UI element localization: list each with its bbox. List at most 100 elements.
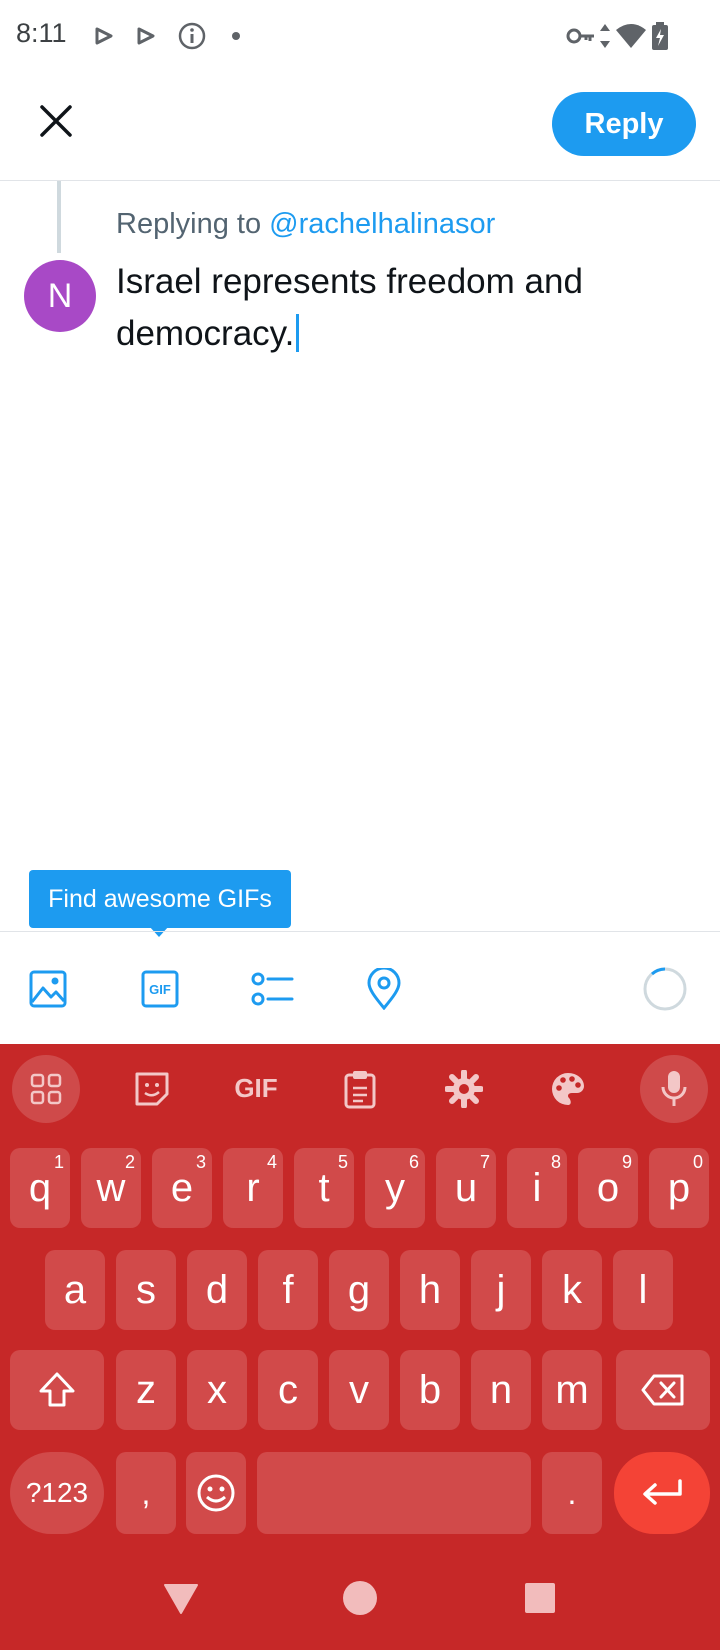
keyboard-settings-button[interactable] <box>442 1068 486 1110</box>
key-label: j <box>496 1267 506 1312</box>
compose-text: Israel represents freedom and democracy. <box>116 262 583 353</box>
key-d[interactable]: d <box>187 1250 247 1330</box>
gif-button[interactable]: GIF <box>136 965 184 1013</box>
keyboard-clipboard-button[interactable] <box>338 1068 382 1110</box>
key-f[interactable]: f <box>258 1250 318 1330</box>
key-hint: 5 <box>337 1152 348 1172</box>
key-n[interactable]: n <box>471 1350 531 1430</box>
status-time: 8:11 <box>16 18 67 48</box>
key-label: r <box>246 1165 260 1210</box>
location-pin-icon <box>367 968 401 1010</box>
key-label: z <box>136 1367 156 1412</box>
nav-home-icon[interactable] <box>342 1580 378 1616</box>
keyboard-sticker-button[interactable] <box>128 1068 176 1110</box>
key-p[interactable]: p0 <box>649 1148 709 1228</box>
key-label: e <box>170 1165 194 1210</box>
keyboard-voice-button[interactable] <box>640 1055 708 1123</box>
key-label: f <box>282 1267 294 1312</box>
key-u[interactable]: u7 <box>436 1148 496 1228</box>
emoji-key[interactable] <box>186 1452 246 1534</box>
keyboard-apps-button[interactable] <box>12 1055 80 1123</box>
media-button[interactable] <box>24 965 72 1013</box>
close-icon <box>40 105 72 137</box>
nav-back-icon[interactable] <box>162 1582 200 1616</box>
emoji-smile-icon <box>197 1474 235 1512</box>
key-hint: 3 <box>195 1152 206 1172</box>
clipboard-icon <box>344 1071 376 1109</box>
key-label: q <box>28 1165 52 1210</box>
key-j[interactable]: j <box>471 1250 531 1330</box>
key-hint: 4 <box>266 1152 277 1172</box>
key-hint: 6 <box>408 1152 419 1172</box>
close-button[interactable] <box>30 95 82 147</box>
gif-icon-label: GIF <box>149 981 171 997</box>
period-key[interactable]: . <box>542 1452 602 1534</box>
poll-button[interactable] <box>248 965 296 1013</box>
shift-key[interactable] <box>10 1350 104 1430</box>
keyboard-theme-button[interactable] <box>546 1068 590 1110</box>
notification-dot-icon <box>232 32 240 40</box>
key-label: x <box>207 1367 227 1412</box>
key-label: s <box>136 1267 156 1312</box>
key-x[interactable]: x <box>187 1350 247 1430</box>
header-divider <box>0 180 720 181</box>
key-z[interactable]: z <box>116 1350 176 1430</box>
key-k[interactable]: k <box>542 1250 602 1330</box>
key-hint: 1 <box>53 1152 64 1172</box>
avatar[interactable]: N <box>24 260 96 332</box>
gear-icon <box>445 1070 483 1108</box>
backspace-key[interactable] <box>616 1350 710 1430</box>
key-i[interactable]: i8 <box>507 1148 567 1228</box>
key-a[interactable]: a <box>45 1250 105 1330</box>
key-o[interactable]: o9 <box>578 1148 638 1228</box>
enter-arrow-icon <box>643 1479 682 1505</box>
key-label: c <box>278 1367 298 1412</box>
nav-recents-icon[interactable] <box>524 1582 556 1614</box>
key-v[interactable]: v <box>329 1350 389 1430</box>
key-label: g <box>347 1267 371 1312</box>
symbols-key[interactable]: ?123 <box>10 1452 104 1534</box>
apps-grid-icon <box>30 1073 62 1105</box>
key-c[interactable]: c <box>258 1350 318 1430</box>
key-label: k <box>562 1267 582 1312</box>
battery-icon <box>652 22 668 50</box>
microphone-icon <box>661 1071 687 1106</box>
key-hint: 7 <box>479 1152 490 1172</box>
comma-key[interactable]: , <box>116 1452 176 1534</box>
compose-input[interactable]: Israel represents freedom and democracy. <box>116 256 696 360</box>
key-label: b <box>418 1367 442 1412</box>
enter-key[interactable] <box>614 1452 710 1534</box>
gif-tooltip[interactable]: Find awesome GIFs <box>29 870 291 928</box>
key-y[interactable]: y6 <box>365 1148 425 1228</box>
key-q[interactable]: q1 <box>10 1148 70 1228</box>
key-label: n <box>489 1367 513 1412</box>
key-s[interactable]: s <box>116 1250 176 1330</box>
key-m[interactable]: m <box>542 1350 602 1430</box>
key-label: u <box>454 1165 478 1210</box>
reply-button[interactable]: Reply <box>552 92 696 156</box>
toolbar-divider <box>0 931 720 932</box>
key-w[interactable]: w2 <box>81 1148 141 1228</box>
sticker-icon <box>135 1072 169 1106</box>
key-label: h <box>418 1267 442 1312</box>
replying-to: Replying to @rachelhalinasor <box>116 208 495 241</box>
key-t[interactable]: t5 <box>294 1148 354 1228</box>
key-l[interactable]: l <box>613 1250 673 1330</box>
space-key[interactable] <box>257 1452 531 1534</box>
key-e[interactable]: e3 <box>152 1148 212 1228</box>
key-r[interactable]: r4 <box>223 1148 283 1228</box>
replying-prefix: Replying to <box>116 208 262 240</box>
location-button[interactable] <box>360 965 408 1013</box>
key-b[interactable]: b <box>400 1350 460 1430</box>
shift-arrow-icon <box>39 1372 75 1407</box>
key-h[interactable]: h <box>400 1250 460 1330</box>
play-store-icon-2 <box>137 27 155 45</box>
keyboard-gif-button[interactable]: GIF <box>228 1070 284 1106</box>
thread-line <box>57 181 61 253</box>
key-g[interactable]: g <box>329 1250 389 1330</box>
replying-handle[interactable]: @rachelhalinasor <box>269 208 495 240</box>
vpn-key-icon <box>566 28 594 44</box>
poll-list-icon <box>251 972 294 1006</box>
key-hint: 2 <box>124 1152 135 1172</box>
play-store-icon <box>95 27 113 45</box>
